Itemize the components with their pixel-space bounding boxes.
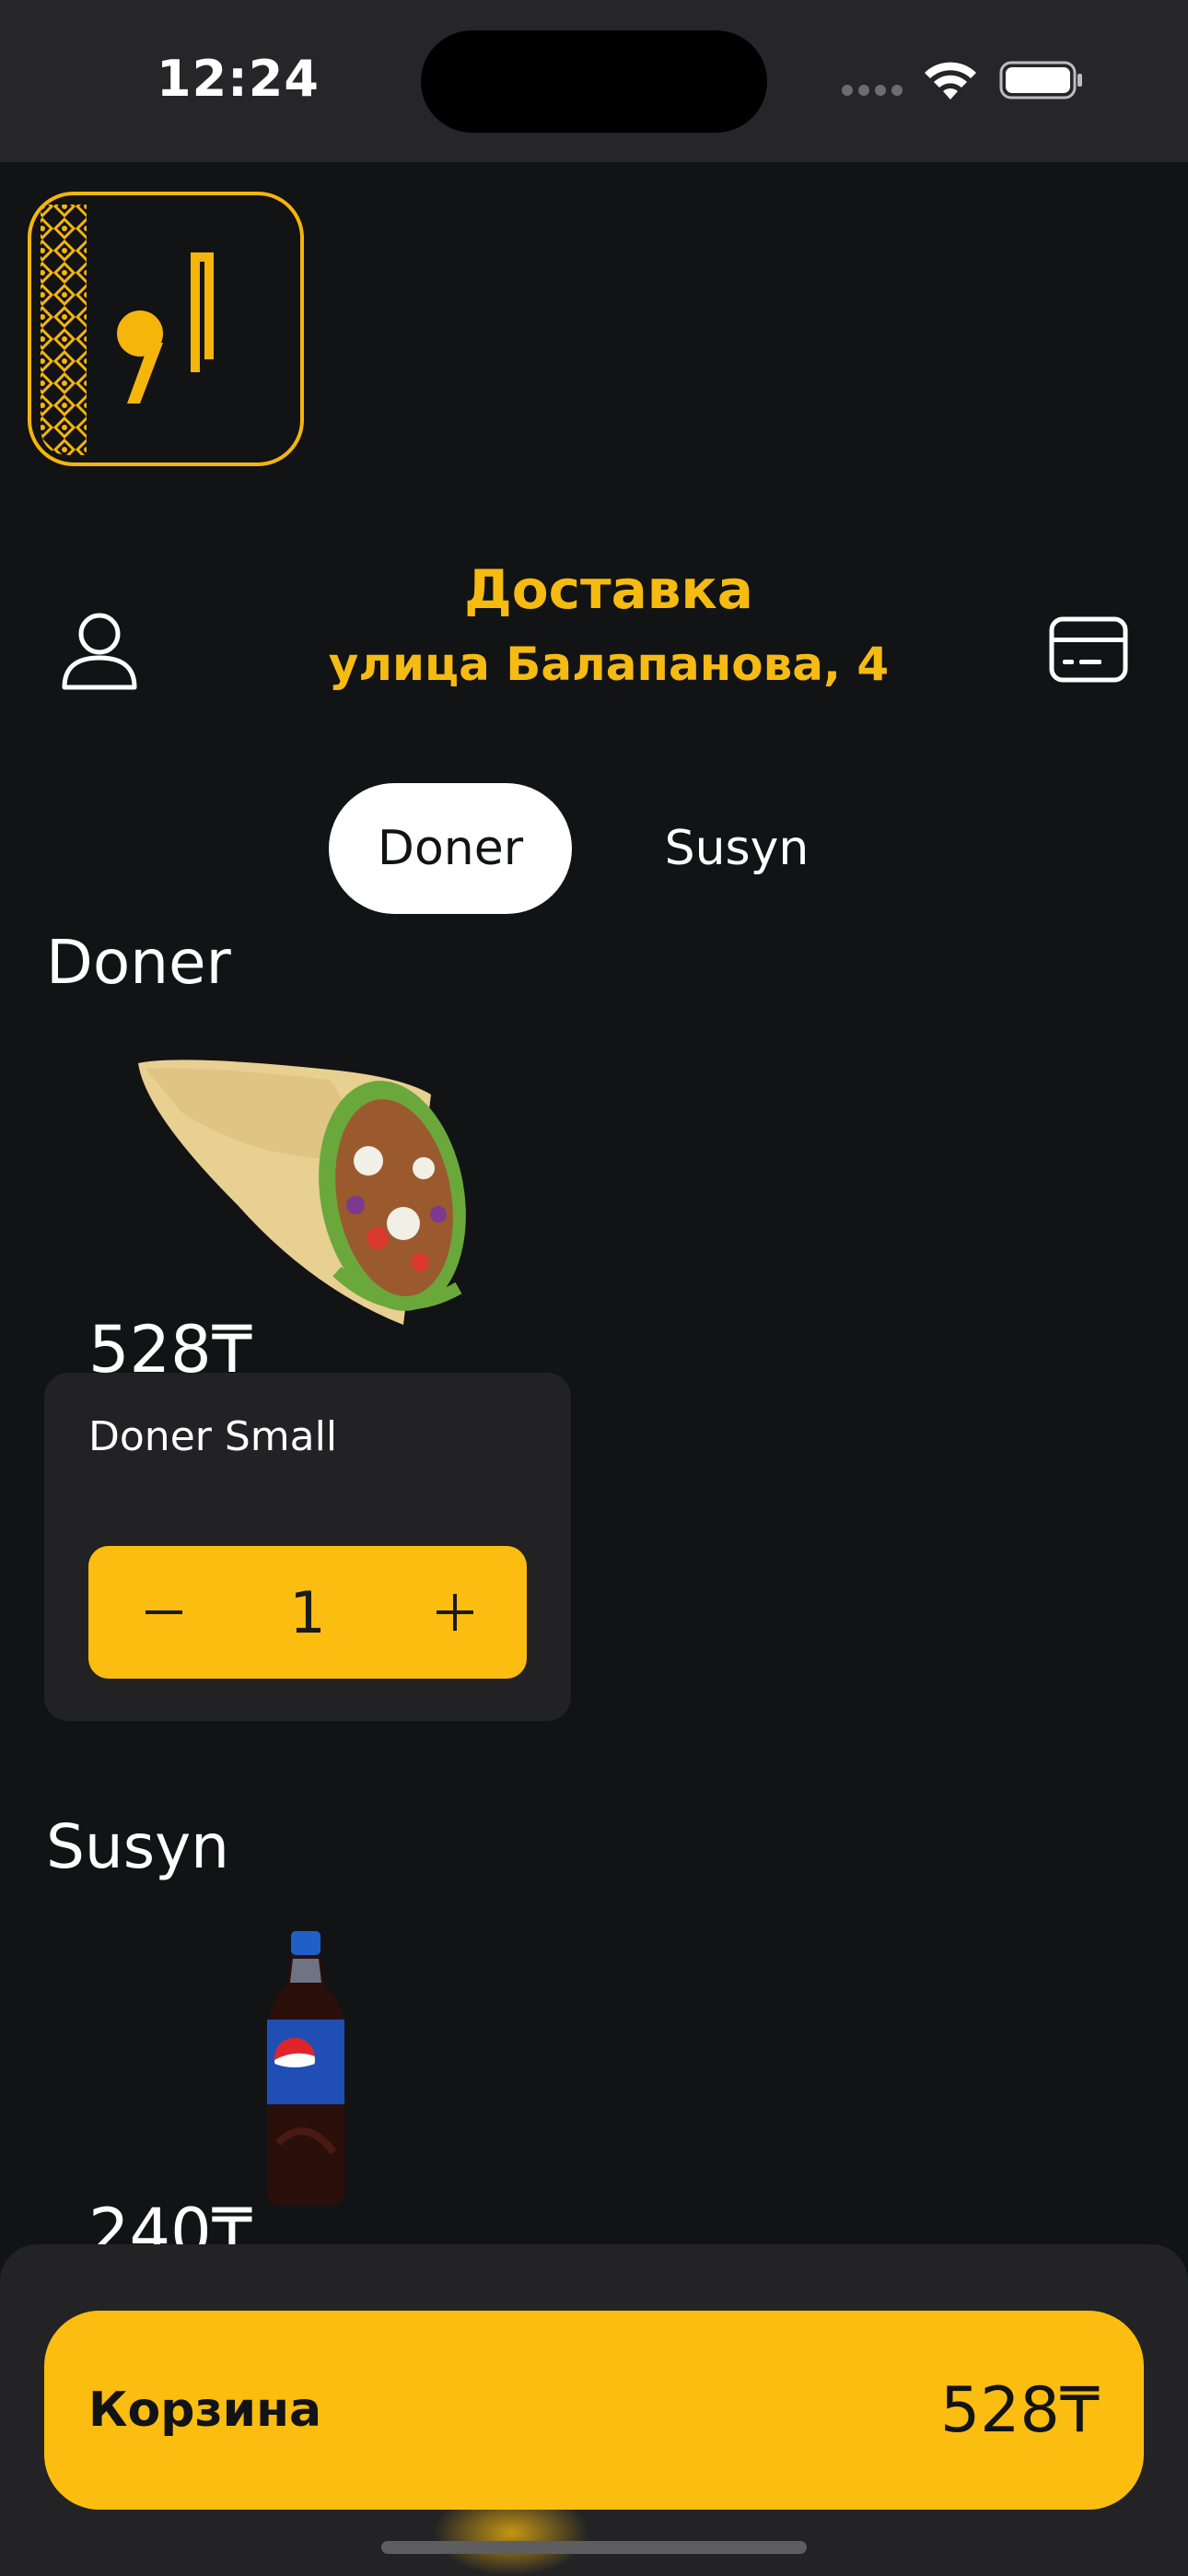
cart-button[interactable]: Корзина 528₸ — [44, 2311, 1144, 2510]
minus-icon[interactable] — [88, 1546, 236, 1679]
product-price: 528₸ — [88, 1312, 253, 1388]
battery-icon — [999, 61, 1082, 100]
delivery-title[interactable]: Доставка — [276, 558, 941, 621]
quantity-value: 1 — [289, 1578, 326, 1646]
quantity-stepper: 1 — [88, 1546, 527, 1679]
tab-susyn[interactable]: Susyn — [626, 783, 847, 914]
card-icon[interactable] — [1048, 615, 1129, 684]
restaurant-logo — [28, 192, 304, 466]
cart-label: Корзина — [88, 2383, 322, 2438]
status-time: 12:24 — [157, 50, 320, 108]
pepsi-bottle-image[interactable] — [260, 1931, 352, 2207]
profile-icon[interactable] — [61, 612, 138, 691]
product-name: Doner Small — [88, 1413, 338, 1460]
tab-doner[interactable]: Doner — [329, 783, 572, 914]
app-screen: 12:24 Доставка улица Балапанова, 4 Doner… — [0, 0, 1188, 2576]
delivery-address[interactable]: улица Балапанова, 4 — [276, 638, 941, 691]
doner-wrap-image[interactable] — [127, 1058, 529, 1329]
section-title-susyn: Susyn — [46, 1811, 229, 1882]
section-title-doner: Doner — [46, 927, 231, 998]
dynamic-island — [421, 30, 767, 133]
plus-icon[interactable] — [379, 1546, 527, 1679]
cellular-signal-icon — [842, 85, 904, 98]
home-indicator[interactable] — [381, 2541, 807, 2554]
cart-total: 528₸ — [939, 2373, 1100, 2447]
status-bar: 12:24 — [0, 0, 1188, 162]
logo-mark-icon — [41, 205, 214, 455]
wifi-icon — [925, 62, 976, 100]
